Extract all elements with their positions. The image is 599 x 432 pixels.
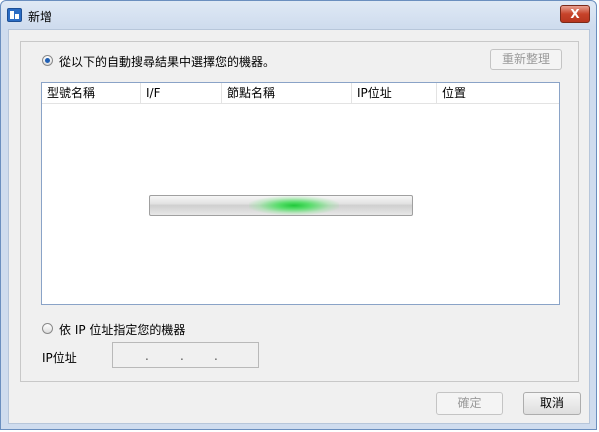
ip-address-input[interactable]: . . . <box>112 342 259 368</box>
dialog-window: 新增 X 從以下的自動搜尋結果中選擇您的機器。 重新整理 型號名稱 I/F 節點… <box>0 0 597 430</box>
ip-separator-1: . <box>145 349 149 363</box>
ip-separator-2: . <box>180 349 184 363</box>
manual-ip-label[interactable]: 依 IP 位址指定您的機器 <box>59 321 185 338</box>
dialog-body: 從以下的自動搜尋結果中選擇您的機器。 重新整理 型號名稱 I/F 節點名稱 IP… <box>8 29 590 424</box>
manual-ip-radio[interactable] <box>42 323 53 334</box>
ok-button[interactable]: 確定 <box>436 392 503 415</box>
window-title: 新增 <box>28 10 53 24</box>
column-header-ip-address[interactable]: IP位址 <box>352 83 437 103</box>
progress-indicator <box>249 196 339 215</box>
cancel-button[interactable]: 取消 <box>523 392 581 415</box>
auto-search-label[interactable]: 從以下的自動搜尋結果中選擇您的機器。 <box>59 53 275 70</box>
search-progress-bar <box>149 195 413 216</box>
title-bar[interactable]: 新增 X <box>1 1 596 29</box>
column-header-interface[interactable]: I/F <box>141 83 222 103</box>
auto-search-radio[interactable] <box>42 55 53 66</box>
close-button[interactable]: X <box>560 5 590 23</box>
selection-group: 從以下的自動搜尋結果中選擇您的機器。 重新整理 型號名稱 I/F 節點名稱 IP… <box>20 41 579 382</box>
ip-address-label: IP位址 <box>42 351 77 365</box>
column-header-model[interactable]: 型號名稱 <box>42 83 141 103</box>
column-header-node-name[interactable]: 節點名稱 <box>222 83 352 103</box>
ip-separator-3: . <box>214 349 218 363</box>
list-header: 型號名稱 I/F 節點名稱 IP位址 位置 <box>42 83 559 104</box>
app-icon <box>7 8 22 22</box>
column-header-location[interactable]: 位置 <box>437 83 559 103</box>
refresh-button[interactable]: 重新整理 <box>490 49 562 70</box>
device-list[interactable]: 型號名稱 I/F 節點名稱 IP位址 位置 <box>41 82 560 305</box>
